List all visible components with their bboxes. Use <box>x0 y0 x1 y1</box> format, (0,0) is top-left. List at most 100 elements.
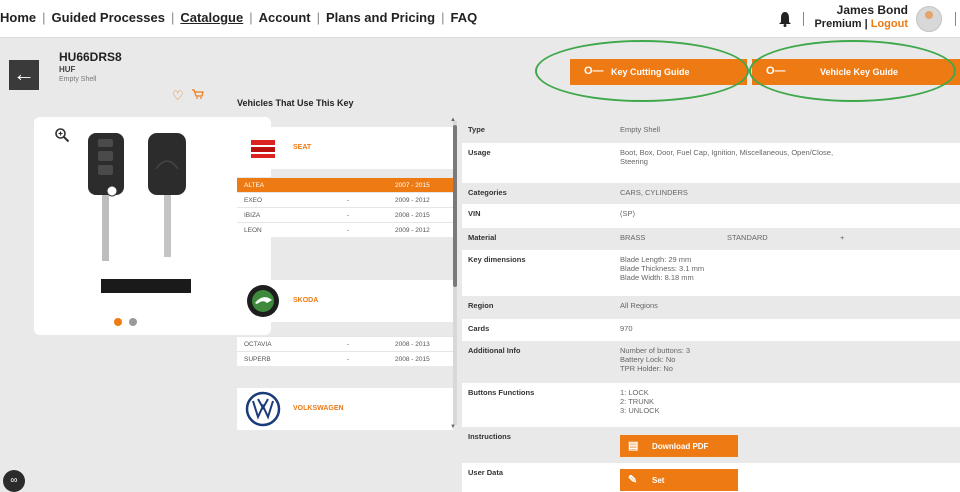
model-dash: - <box>347 227 350 234</box>
model-row[interactable]: ALTEA 2007 - 2015 <box>237 177 453 192</box>
model-years: 2009 - 2012 <box>395 197 430 204</box>
skoda-logo <box>247 285 279 317</box>
detail-label: Buttons Functions <box>468 388 535 397</box>
nav-account[interactable]: Account <box>259 10 311 25</box>
model-dash: - <box>347 212 350 219</box>
detail-value: Boot, Box, Door, Fuel Cap, Ignition, Mis… <box>620 148 834 166</box>
top-navigation: Home | Guided Processes | Catalogue | Account |… <box>0 0 960 38</box>
chat-icon[interactable]: ∞ <box>3 470 25 492</box>
detail-label: Region <box>468 301 494 310</box>
scroll-down-icon[interactable]: ▼ <box>450 424 456 430</box>
download-pdf-button[interactable]: ▤ Download PDF <box>620 435 738 457</box>
redacted-bar <box>101 279 191 293</box>
detail-label: User Data <box>468 468 504 477</box>
vehicles-heading: Vehicles That Use This Key <box>237 98 354 108</box>
detail-value: BRASS <box>620 233 646 242</box>
detail-value: All Regions <box>620 301 658 310</box>
detail-value: 1: LOCK 2: TRUNK 3: UNLOCK <box>620 388 660 415</box>
detail-value: CARS, CYLINDERS <box>620 188 688 197</box>
vehicles-scrollbar-thumb[interactable] <box>453 125 457 287</box>
nav-guided-processes[interactable]: Guided Processes <box>52 10 165 25</box>
nav-catalogue[interactable]: Catalogue <box>180 10 243 25</box>
seat-logo <box>247 134 279 162</box>
model-dash: - <box>347 197 350 204</box>
model-row[interactable]: EXEO - 2009 - 2012 <box>237 192 453 207</box>
key-kind: Empty Shell <box>59 76 97 83</box>
key-brand: HUF <box>59 65 76 74</box>
set-user-data-label: Set <box>652 476 665 485</box>
detail-value: Empty Shell <box>620 125 661 134</box>
detail-label: Additional Info <box>468 346 521 355</box>
detail-label: Key dimensions <box>468 255 526 264</box>
model-name: LEON <box>244 227 262 234</box>
avatar[interactable] <box>916 6 942 32</box>
model-name: OCTAVIA <box>244 341 272 348</box>
nav-home[interactable]: Home <box>0 10 36 25</box>
model-years: 2008 - 2013 <box>395 341 430 348</box>
detail-row-key-dimensions: Key dimensions Blade Length: 29 mm Blade… <box>462 250 960 296</box>
model-years: 2008 - 2015 <box>395 356 430 363</box>
brand-row-seat[interactable]: SEAT <box>237 127 453 169</box>
detail-row-vin: VIN (SP) <box>462 204 960 228</box>
vehicle-key-guide-button[interactable]: O— Vehicle Key Guide <box>752 59 960 85</box>
detail-label: Categories <box>468 188 507 197</box>
logout-link[interactable]: Logout <box>871 18 908 30</box>
nav-links: Home | Guided Processes | Catalogue | Account |… <box>0 10 477 25</box>
brand-row-skoda[interactable]: SKODA <box>237 280 453 322</box>
model-name: EXEO <box>244 197 263 204</box>
download-pdf-label: Download PDF <box>652 442 709 451</box>
vehicles-list: SEAT ALTEA 2007 - 2015 EXEO - 2009 - 201… <box>237 117 457 435</box>
nav-faq[interactable]: FAQ <box>450 10 477 25</box>
nav-separator: | <box>170 10 175 25</box>
detail-label: VIN <box>468 209 481 218</box>
detail-row-usage: Usage Boot, Box, Door, Fuel Cap, Ignitio… <box>462 143 960 183</box>
detail-label: Instructions <box>468 432 511 441</box>
pdf-icon: ▤ <box>628 440 639 452</box>
model-name: ALTEA <box>244 182 265 189</box>
pencil-icon: ✎ <box>628 474 638 486</box>
nav-separator: | <box>42 10 46 25</box>
add-material-button[interactable]: + <box>840 233 844 242</box>
detail-row-additional-info: Additional Info Number of buttons: 3 Bat… <box>462 341 960 383</box>
model-years: 2007 - 2015 <box>395 182 430 189</box>
key-icon: O— <box>766 65 786 77</box>
detail-label: Usage <box>468 148 491 157</box>
magnifier-icon[interactable] <box>54 127 70 143</box>
carousel-dot-active[interactable] <box>114 318 122 326</box>
plan-separator: | <box>864 18 868 30</box>
user-separator <box>803 12 804 26</box>
user-name: James Bond <box>836 3 908 17</box>
model-row[interactable]: OCTAVIA - 2008 - 2013 <box>237 336 453 351</box>
nav-separator: | <box>316 10 320 25</box>
detail-label: Material <box>468 233 497 242</box>
detail-row-material: Material BRASS STANDARD + <box>462 228 960 250</box>
divider <box>955 12 956 26</box>
detail-row-region: Region All Regions <box>462 296 960 319</box>
detail-row-instructions: Instructions ▤ Download PDF <box>462 427 960 463</box>
key-cutting-guide-button[interactable]: O— Key Cutting Guide <box>570 59 747 85</box>
detail-row-type: Type Empty Shell <box>462 120 960 143</box>
carousel-dot[interactable] <box>129 318 137 326</box>
nav-separator: | <box>249 10 253 25</box>
brand-name: VOLKSWAGEN <box>293 405 344 412</box>
vehicle-key-guide-label: Vehicle Key Guide <box>820 67 899 77</box>
key-icon: O— <box>584 65 604 77</box>
detail-label: Cards <box>468 324 490 333</box>
heart-icon[interactable]: ♡ <box>172 88 184 104</box>
model-row[interactable]: SUPERB - 2008 - 2015 <box>237 351 453 366</box>
user-plan: Premium <box>814 18 862 30</box>
user-area: James Bond Premium | Logout <box>700 2 960 36</box>
brand-name: SEAT <box>293 144 312 151</box>
brand-row-volkswagen[interactable]: VOLKSWAGEN <box>237 388 453 430</box>
detail-value: (SP) <box>620 209 635 218</box>
cart-icon[interactable] <box>192 89 204 99</box>
model-row[interactable]: IBIZA - 2008 - 2015 <box>237 207 453 222</box>
scroll-up-icon[interactable]: ▲ <box>450 117 456 123</box>
model-row[interactable]: LEON - 2009 - 2012 <box>237 222 453 237</box>
set-user-data-button[interactable]: ✎ Set <box>620 469 738 491</box>
nav-plans-pricing[interactable]: Plans and Pricing <box>326 10 435 25</box>
bell-icon[interactable] <box>778 11 792 27</box>
key-cutting-guide-label: Key Cutting Guide <box>611 67 690 77</box>
back-button[interactable]: ← <box>9 60 39 90</box>
detail-value: Number of buttons: 3 Battery Lock: No TP… <box>620 346 691 373</box>
